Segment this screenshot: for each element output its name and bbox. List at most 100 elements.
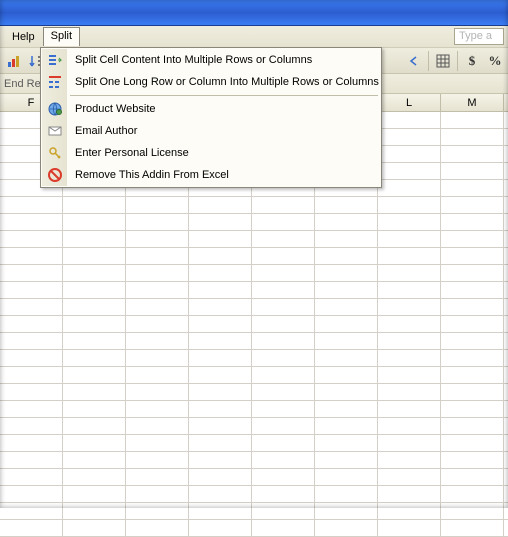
cell[interactable] (378, 503, 441, 519)
cell[interactable] (126, 452, 189, 468)
cell[interactable] (0, 248, 63, 264)
cell[interactable] (252, 231, 315, 247)
cell[interactable] (441, 180, 504, 196)
cell[interactable] (189, 282, 252, 298)
cell[interactable] (189, 452, 252, 468)
cell[interactable] (441, 146, 504, 162)
cell[interactable] (378, 333, 441, 349)
cell[interactable] (0, 469, 63, 485)
cell[interactable] (189, 384, 252, 400)
cell[interactable] (189, 231, 252, 247)
cell[interactable] (189, 520, 252, 536)
cell[interactable] (252, 248, 315, 264)
cell[interactable] (126, 418, 189, 434)
cell[interactable] (315, 299, 378, 315)
cell[interactable] (441, 299, 504, 315)
cell[interactable] (315, 384, 378, 400)
cell[interactable] (378, 282, 441, 298)
currency-btn[interactable]: $ (461, 50, 483, 72)
cell[interactable] (126, 282, 189, 298)
cell[interactable] (441, 418, 504, 434)
cell[interactable] (126, 299, 189, 315)
cell[interactable] (252, 503, 315, 519)
cell[interactable] (189, 265, 252, 281)
cell[interactable] (63, 197, 126, 213)
cell[interactable] (378, 299, 441, 315)
cell[interactable] (126, 503, 189, 519)
cell[interactable] (441, 265, 504, 281)
menu-item-product-website[interactable]: Product Website (42, 98, 380, 120)
ask-question-box[interactable]: Type a (454, 28, 504, 45)
cell[interactable] (63, 486, 126, 502)
cell[interactable] (126, 197, 189, 213)
cell[interactable] (189, 401, 252, 417)
cell[interactable] (126, 350, 189, 366)
cell[interactable] (378, 180, 441, 196)
cell[interactable] (315, 367, 378, 383)
cell[interactable] (441, 163, 504, 179)
cell[interactable] (378, 520, 441, 536)
cell[interactable] (126, 248, 189, 264)
cell[interactable] (315, 197, 378, 213)
cell[interactable] (378, 129, 441, 145)
cell[interactable] (315, 452, 378, 468)
cell[interactable] (252, 401, 315, 417)
cell[interactable] (252, 214, 315, 230)
cell[interactable] (252, 469, 315, 485)
menu-item-enter-license[interactable]: Enter Personal License (42, 142, 380, 164)
cell[interactable] (63, 333, 126, 349)
cell[interactable] (126, 401, 189, 417)
cell[interactable] (252, 299, 315, 315)
cell[interactable] (378, 316, 441, 332)
cell[interactable] (189, 248, 252, 264)
cell[interactable] (126, 520, 189, 536)
cell[interactable] (378, 418, 441, 434)
cell[interactable] (63, 418, 126, 434)
cell[interactable] (63, 452, 126, 468)
cell[interactable] (63, 214, 126, 230)
cell[interactable] (0, 401, 63, 417)
cell[interactable] (0, 520, 63, 536)
cell[interactable] (378, 197, 441, 213)
cell[interactable] (252, 435, 315, 451)
cell[interactable] (126, 435, 189, 451)
cell[interactable] (0, 452, 63, 468)
cell[interactable] (63, 282, 126, 298)
cell[interactable] (189, 486, 252, 502)
cell[interactable] (0, 350, 63, 366)
cell[interactable] (189, 299, 252, 315)
cell[interactable] (315, 401, 378, 417)
cell[interactable] (441, 401, 504, 417)
cell[interactable] (441, 214, 504, 230)
cell[interactable] (315, 435, 378, 451)
cell[interactable] (126, 384, 189, 400)
column-header[interactable]: L (378, 94, 441, 111)
cell[interactable] (63, 316, 126, 332)
cell[interactable] (0, 435, 63, 451)
cell[interactable] (252, 333, 315, 349)
cell[interactable] (378, 214, 441, 230)
cell[interactable] (441, 316, 504, 332)
cell[interactable] (189, 367, 252, 383)
cell[interactable] (441, 384, 504, 400)
cell[interactable] (63, 350, 126, 366)
cell[interactable] (441, 333, 504, 349)
cell[interactable] (315, 503, 378, 519)
cell[interactable] (378, 350, 441, 366)
cell[interactable] (63, 435, 126, 451)
cell[interactable] (441, 129, 504, 145)
cell[interactable] (315, 231, 378, 247)
cell[interactable] (189, 350, 252, 366)
cell[interactable] (441, 350, 504, 366)
menu-item-remove-addin[interactable]: Remove This Addin From Excel (42, 164, 380, 186)
cell[interactable] (0, 214, 63, 230)
arrow-left-btn[interactable] (403, 50, 425, 72)
cell[interactable] (441, 248, 504, 264)
cell[interactable] (63, 231, 126, 247)
cell[interactable] (441, 435, 504, 451)
cell[interactable] (441, 486, 504, 502)
cell[interactable] (378, 435, 441, 451)
cell[interactable] (0, 282, 63, 298)
cell[interactable] (441, 503, 504, 519)
cell[interactable] (189, 503, 252, 519)
